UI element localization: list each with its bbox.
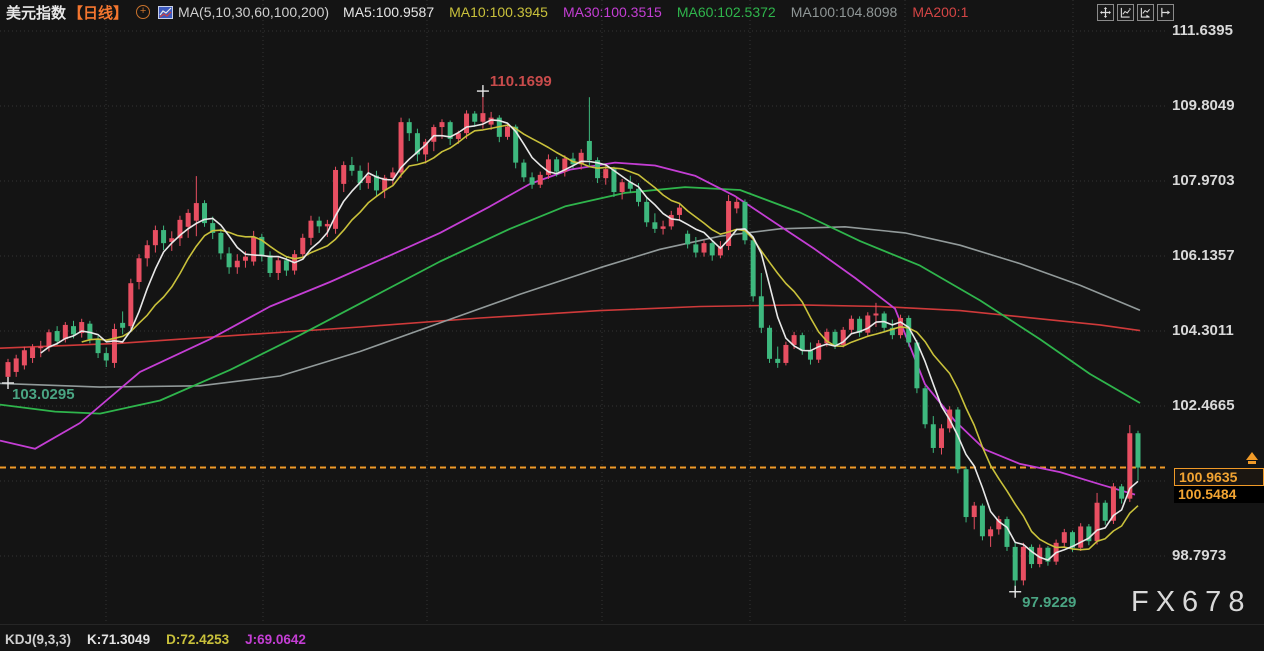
ma60-value: MA60:102.5372 (677, 4, 776, 20)
kdj-indicator-row: KDJ(9,3,3) K:71.3049 D:72.4253 J:69.0642 (5, 632, 322, 647)
price-up-arrow-base (1248, 461, 1256, 464)
price-axis-label: 106.1357 (1172, 247, 1235, 265)
kdj-k-value: K:71.3049 (87, 632, 150, 647)
price-up-arrow-icon (1246, 452, 1258, 460)
fx678-watermark: FX678 (1131, 586, 1251, 619)
chart-type-icon[interactable] (158, 6, 173, 19)
price-axis-label: 109.8049 (1172, 97, 1235, 115)
current-price-tag[interactable]: 100.9635 (1174, 468, 1264, 486)
price-axis-label: 98.7973 (1172, 547, 1226, 565)
add-indicator-icon[interactable]: + (136, 5, 150, 19)
ma5-value: MA5:100.9587 (343, 4, 434, 20)
chart-header: 美元指数 【日线】 + MA(5,10,30,60,100,200) MA5:1… (6, 3, 983, 21)
chart-window: 美元指数 【日线】 + MA(5,10,30,60,100,200) MA5:1… (0, 0, 1264, 651)
pane-divider (0, 624, 1264, 625)
ma-settings-label[interactable]: MA(5,10,30,60,100,200) (178, 4, 329, 20)
collapse-panel-icon[interactable] (1157, 4, 1174, 21)
price-axis-label: 107.9703 (1172, 172, 1235, 190)
previous-close-tag: 100.5484 (1174, 486, 1264, 503)
ma30-value: MA30:100.3515 (563, 4, 662, 20)
timeframe-label[interactable]: 【日线】 (68, 2, 128, 23)
price-axis-label: 102.4665 (1172, 397, 1235, 415)
price-axis-label: 111.6395 (1172, 22, 1233, 40)
price-axis-label: 104.3011 (1172, 322, 1234, 340)
indicator-window-up-icon[interactable] (1117, 4, 1134, 21)
start-low-annotation: 103.0295 (12, 386, 75, 403)
ma100-value: MA100:104.8098 (791, 4, 898, 20)
move-tool-icon[interactable] (1097, 4, 1114, 21)
ma200-value: MA200:1 (912, 4, 968, 20)
candlestick-chart[interactable] (0, 0, 1264, 651)
kdj-j-value: J:69.0642 (245, 632, 306, 647)
instrument-title: 美元指数 (6, 2, 66, 23)
kdj-d-value: D:72.4253 (166, 632, 229, 647)
chart-toolbar (1097, 4, 1174, 21)
kdj-name: KDJ(9,3,3) (5, 632, 71, 647)
high-price-annotation: 110.1699 (490, 73, 552, 90)
ma10-value: MA10:100.3945 (449, 4, 548, 20)
indicator-window-right-icon[interactable] (1137, 4, 1154, 21)
low-price-annotation: 97.9229 (1022, 594, 1076, 611)
